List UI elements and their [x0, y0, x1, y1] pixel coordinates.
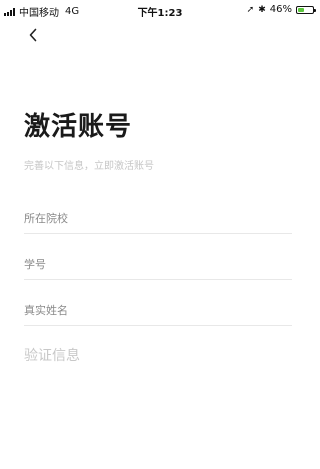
school-input[interactable] [24, 204, 292, 233]
battery-icon [296, 5, 316, 14]
page-title: 激活账号 [24, 112, 133, 142]
student-id-field[interactable] [24, 250, 292, 280]
real-name-input[interactable] [24, 296, 292, 325]
chevron-left-icon [29, 28, 37, 42]
verify-info-label: 验证信息 [24, 348, 80, 364]
back-button[interactable] [22, 24, 44, 46]
status-bar: 中国移动 4G 下午1:23 ➚ ✱ 46% [0, 0, 320, 20]
battery-tip [314, 8, 316, 12]
student-id-input[interactable] [24, 250, 292, 279]
school-field[interactable] [24, 204, 292, 234]
status-right: ➚ ✱ 46% [246, 4, 316, 15]
real-name-field[interactable] [24, 296, 292, 326]
page-subtitle: 完善以下信息，立即激活账号 [24, 161, 154, 172]
bluetooth-icon: ✱ [258, 4, 266, 15]
location-icon: ➚ [246, 4, 255, 15]
battery-fill [298, 7, 305, 12]
battery-percent: 46% [269, 4, 292, 15]
